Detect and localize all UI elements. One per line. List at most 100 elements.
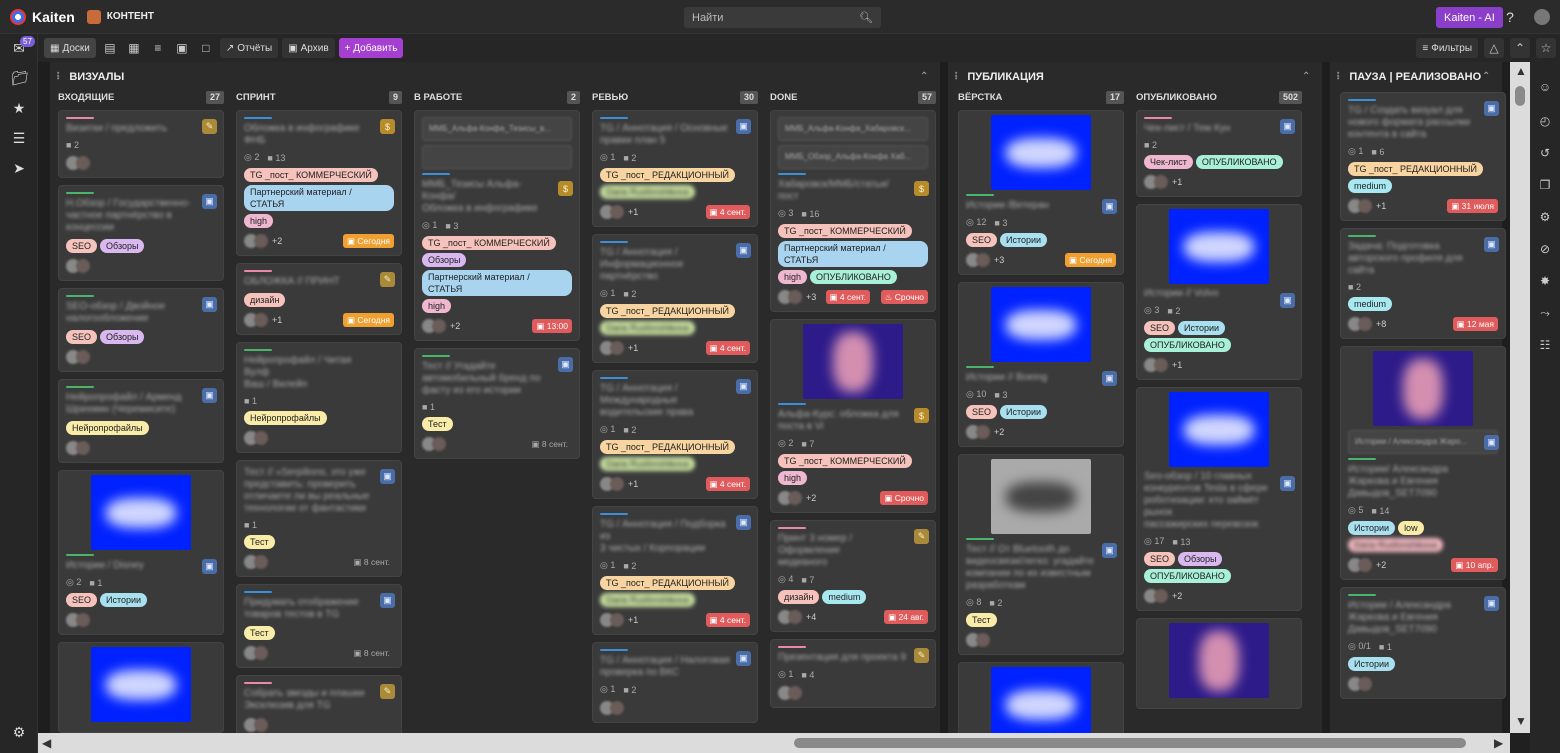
tag[interactable]: TG _пост_ КОММЕРЧЕСКИЙ <box>778 454 912 468</box>
collapse-icon[interactable]: ⌃ <box>1510 38 1530 58</box>
card[interactable]: ✎ ОБЛОЖКА // ПРИНТ дизайн +1 ▣ Сегодня <box>236 263 402 335</box>
tag[interactable]: Партнерский материал / СТАТЬЯ <box>778 241 928 267</box>
member-avatar[interactable] <box>976 253 990 267</box>
member-avatar[interactable] <box>76 613 90 627</box>
card[interactable]: ✎ Презентация для проекта 9 ◎ 1 ■ 4 <box>770 639 936 708</box>
member-avatar[interactable] <box>788 290 802 304</box>
child-card[interactable]: Истории / Александра Жаро... <box>1348 430 1498 454</box>
column-header[interactable]: В РАБОТЕ 2 <box>414 90 580 104</box>
star-icon[interactable]: ★ <box>11 100 27 116</box>
card[interactable] <box>958 662 1124 733</box>
card[interactable]: ▣ Тест // Угадайте автомобильный бренд по ф… <box>414 348 580 459</box>
member-avatar[interactable] <box>254 646 268 660</box>
settings-icon[interactable]: ⚙ <box>11 724 27 740</box>
shapes-icon[interactable]: △ <box>1484 38 1504 58</box>
tag[interactable]: TG _пост_ КОММЕРЧЕСКИЙ <box>422 236 556 250</box>
reports-button[interactable]: ↗ Отчёты <box>219 38 279 58</box>
folder-icon[interactable]: 📁︎ <box>11 70 29 86</box>
tag[interactable]: Тест <box>966 613 997 627</box>
tag[interactable]: TG _пост_ РЕДАКЦИОННЫЙ <box>600 168 735 182</box>
tag[interactable]: Обзоры <box>1178 552 1223 566</box>
card[interactable]: ▣ TG / Аннотация / Международные водительск… <box>592 370 758 499</box>
member-avatar[interactable] <box>610 205 624 219</box>
member-avatar[interactable] <box>1154 175 1168 189</box>
copy-icon[interactable]: ❐ <box>1538 178 1552 192</box>
tag[interactable]: Истории <box>100 593 148 607</box>
collapse-group-icon[interactable]: ⌃ <box>1302 71 1310 82</box>
calendar-view-icon[interactable]: ▣ <box>172 38 192 58</box>
tag[interactable]: Нейропрофайлы <box>244 411 327 425</box>
member-avatar[interactable] <box>254 431 268 445</box>
card[interactable]: ▣ Придумать отображение товаров тестов в T… <box>236 584 402 668</box>
member-avatar[interactable] <box>1358 558 1372 572</box>
group-header[interactable]: ⠇ ВИЗУАЛЫ <box>56 68 124 86</box>
member-avatar[interactable] <box>76 441 90 455</box>
column-header[interactable]: ВЁРСТКА 17 <box>958 90 1124 104</box>
column-header[interactable]: ВХОДЯЩИЕ 27 <box>58 90 224 104</box>
tag[interactable]: Истории <box>1000 405 1048 419</box>
card[interactable]: ▣ Тест // От Bluetooth до видеосвязи/легко… <box>958 454 1124 655</box>
tag[interactable]: Партнерский материал / СТАТЬЯ <box>422 270 572 296</box>
card[interactable]: ▣ TG / Аннотация / Подборка из 3 чистых / … <box>592 506 758 635</box>
card[interactable]: ▣ TG / Создать визуал для нового формата р… <box>1340 92 1506 221</box>
tag[interactable]: high <box>422 299 452 313</box>
tag[interactable]: Daria Rusfonshikova <box>600 321 696 335</box>
member-avatar[interactable] <box>788 491 802 505</box>
member-avatar[interactable] <box>254 234 268 248</box>
tag[interactable]: Daria Rusfonshikova <box>600 457 696 471</box>
tag[interactable]: Обзоры <box>422 253 467 267</box>
child-card[interactable]: ММБ_Альфа-Конфа_Тезисы_в... <box>422 117 572 141</box>
tag[interactable]: medium <box>822 590 867 604</box>
tag[interactable]: Чек-лист <box>1144 155 1193 169</box>
card[interactable]: ▣ Нейропрофайл / Арменд Шрихмин (Черемисит… <box>58 379 224 463</box>
card[interactable] <box>1136 618 1302 709</box>
card[interactable]: ▣ Seo-обзор / 10 главных конкурентов Tesla… <box>1136 387 1302 611</box>
tag[interactable]: Daria Rusfonshikova <box>600 185 696 199</box>
tag[interactable]: дизайн <box>244 293 286 307</box>
child-card[interactable]: ММБ_Альфа-Конфа_Хабаровск... <box>778 117 928 141</box>
tag[interactable]: SEO <box>1144 552 1176 566</box>
block-icon[interactable]: ⊘ <box>1538 242 1552 256</box>
scroll-left-icon[interactable]: ◀ <box>42 736 51 750</box>
collapse-group-icon[interactable]: ⌃ <box>1482 71 1490 82</box>
kaiten-ai-button[interactable]: Kaiten - AI <box>1436 7 1503 28</box>
card[interactable]: ▣ Истории / Александра Жаркова и Евгения Да… <box>1340 587 1506 699</box>
filters-button[interactable]: ≡ Фильтры <box>1416 38 1478 58</box>
member-avatar[interactable] <box>76 259 90 273</box>
tag[interactable]: Истории <box>1178 321 1226 335</box>
search-input[interactable]: Найти 🔍︎ <box>684 7 881 28</box>
tag[interactable]: high <box>778 270 808 284</box>
card[interactable]: ▣ Тест // «Serpilions, это уже представить… <box>236 460 402 577</box>
member-avatar[interactable] <box>788 610 802 624</box>
tag[interactable]: Нейропрофайлы <box>66 421 149 435</box>
tag[interactable]: low <box>1398 521 1424 535</box>
card[interactable]: ▣ Истории // Volvo ◎ 3 ■ 2 SEO Истории ОПУБЛИК… <box>1136 204 1302 380</box>
member-avatar[interactable] <box>976 633 990 647</box>
tag[interactable]: TG _пост_ РЕДАКЦИОННЫЙ <box>600 440 735 454</box>
app-logo[interactable]: Kaiten <box>10 8 75 25</box>
tag[interactable]: SEO <box>966 233 998 247</box>
tag[interactable]: Тест <box>244 626 275 640</box>
tag[interactable]: medium <box>1348 179 1393 193</box>
tag[interactable]: Истории <box>1348 657 1396 671</box>
tag[interactable]: TG _пост_ КОММЕРЧЕСКИЙ <box>244 168 378 182</box>
card[interactable]: $ Обложка в инфографике ФНБ ◎ 2 ■ 13 TG _пос… <box>236 110 402 256</box>
tag[interactable]: TG _пост_ РЕДАКЦИОННЫЙ <box>600 576 735 590</box>
card[interactable]: ▣ Н.Обзор / Государственно-частное партнё… <box>58 185 224 281</box>
automation-icon[interactable]: ⚙ <box>1538 210 1552 224</box>
tag[interactable]: medium <box>1348 297 1393 311</box>
card[interactable]: ✎ Принт 3 номер / Оформление медианого ◎ 4 ■… <box>770 520 936 632</box>
tag[interactable]: SEO <box>66 239 98 253</box>
collapse-group-icon[interactable]: ⌃ <box>920 71 928 82</box>
files-view-icon[interactable]: □ <box>196 38 216 58</box>
member-avatar[interactable] <box>76 156 90 170</box>
tag[interactable]: Истории <box>1000 233 1048 247</box>
timer-icon[interactable]: ◴ <box>1538 114 1552 128</box>
tag[interactable]: SEO <box>966 405 998 419</box>
tag[interactable]: SEO <box>66 593 98 607</box>
card[interactable]: ▣ Истории // Boeing ◎ 10 ■ 3 SEO Истории +2 <box>958 282 1124 447</box>
drag-handle-icon[interactable]: ⠇ <box>56 72 63 83</box>
card[interactable]: ▣ TG / Аннотация / Налоговая проверка по В… <box>592 642 758 723</box>
tag[interactable]: ОПУБЛИКОВАНО <box>1144 569 1231 583</box>
vertical-scroll-thumb[interactable] <box>1515 86 1525 106</box>
